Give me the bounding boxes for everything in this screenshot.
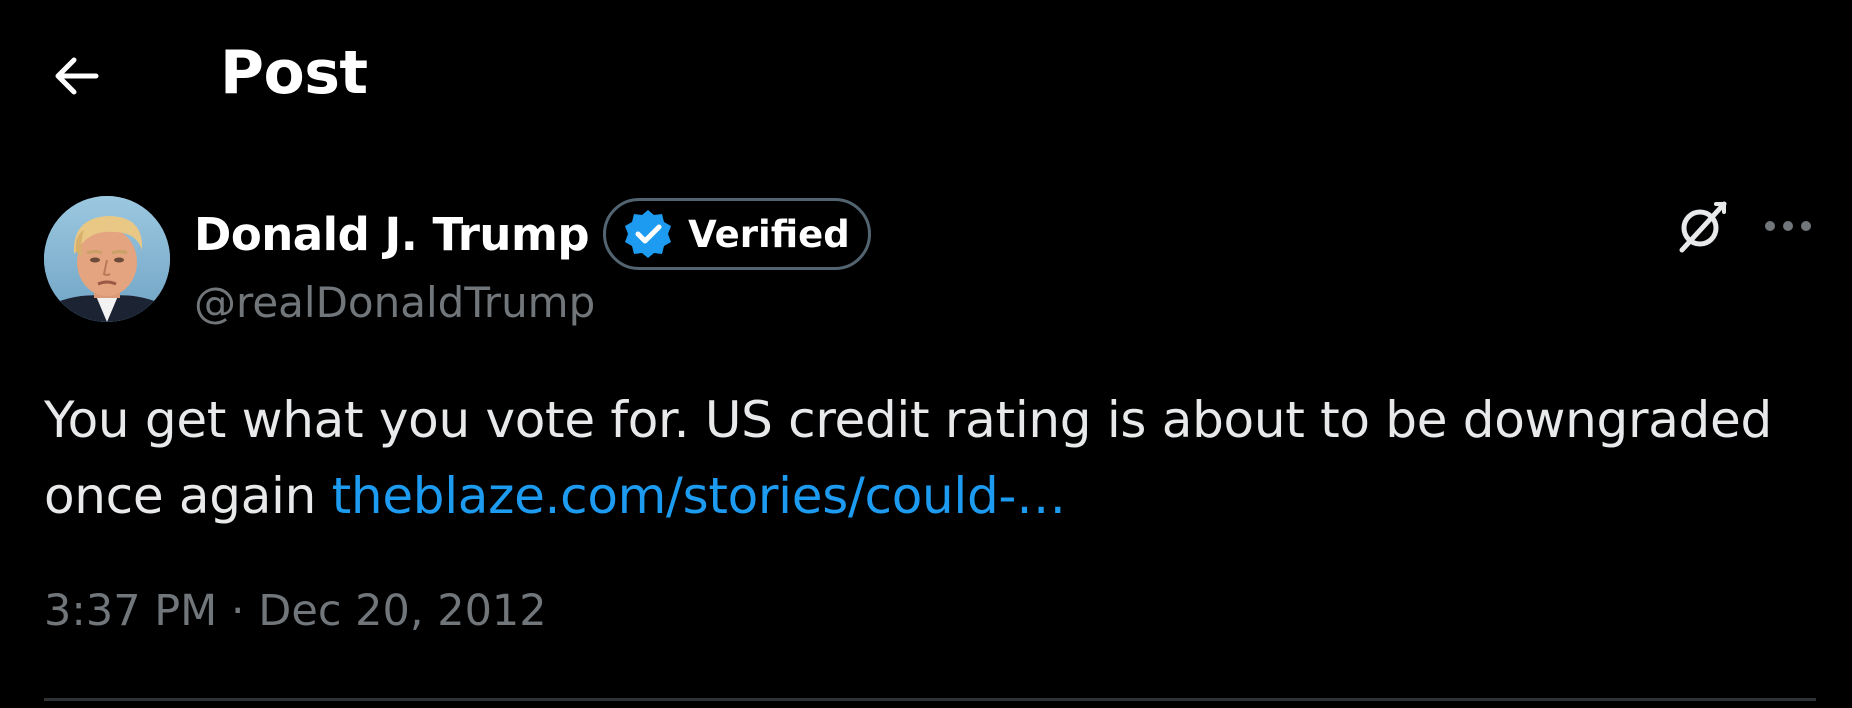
page-title: Post [220,38,368,108]
back-button[interactable] [44,46,108,106]
verified-button[interactable]: Verified [603,198,871,270]
author-row: Donald J. Trump Verified [194,194,871,274]
post-body: You get what you vote for. US credit rat… [44,382,1804,534]
avatar-image [44,196,170,322]
verified-label: Verified [688,212,850,256]
divider [44,698,1816,701]
avatar[interactable] [44,196,170,322]
grok-icon [1679,201,1727,253]
post-link[interactable]: theblaze.com/stories/could-… [332,467,1067,525]
arrow-left-icon [55,57,99,95]
more-horizontal-icon [1765,221,1811,231]
author-display-name[interactable]: Donald J. Trump [194,208,590,261]
post-timestamp: 3:37 PM · Dec 20, 2012 [44,586,547,636]
page-header: Post [0,0,1852,150]
post-date[interactable]: Dec 20, 2012 [258,586,546,636]
more-options-button[interactable] [1760,196,1816,256]
author-handle[interactable]: @realDonaldTrump [194,278,595,327]
grok-button[interactable] [1672,196,1732,256]
verified-badge-icon [622,208,674,260]
timestamp-separator: · [217,586,259,636]
post-time[interactable]: 3:37 PM [44,586,217,636]
